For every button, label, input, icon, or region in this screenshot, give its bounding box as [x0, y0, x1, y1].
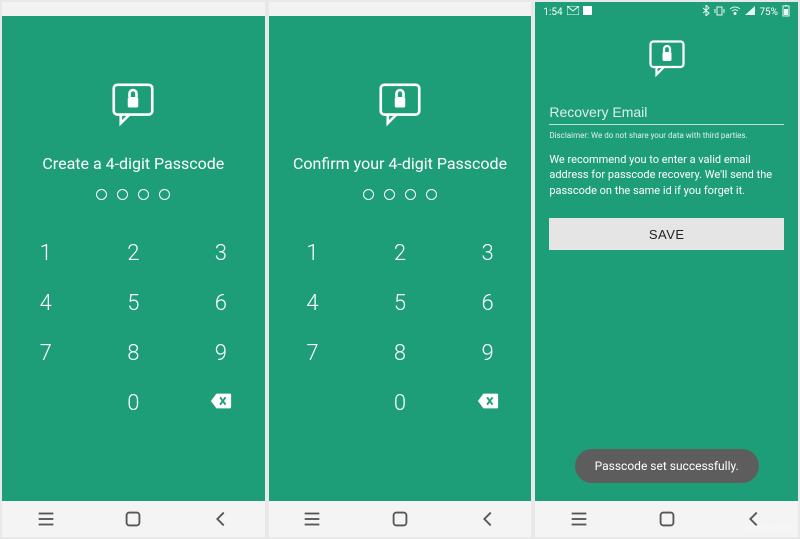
battery-text: 75% — [759, 7, 778, 18]
nav-home[interactable] — [122, 508, 144, 530]
key-7[interactable]: 7 — [2, 341, 90, 366]
key-backspace[interactable] — [444, 391, 532, 416]
key-4[interactable]: 4 — [269, 291, 357, 316]
nav-home[interactable] — [389, 508, 411, 530]
key-1[interactable]: 1 — [2, 241, 90, 266]
key-8[interactable]: 8 — [90, 341, 178, 366]
status-bar — [269, 2, 532, 16]
key-7[interactable]: 7 — [269, 341, 357, 366]
dot — [159, 189, 170, 200]
key-2[interactable]: 2 — [356, 241, 444, 266]
dot — [405, 189, 416, 200]
key-5[interactable]: 5 — [90, 291, 178, 316]
battery-icon — [782, 5, 790, 20]
wifi-icon — [729, 6, 741, 18]
nav-back[interactable] — [210, 508, 232, 530]
watermark: wsxdn.com — [746, 523, 792, 533]
status-bar: 1:54 75% — [535, 2, 798, 22]
app-icon — [583, 6, 592, 18]
key-backspace[interactable] — [177, 391, 265, 416]
disclaimer-text: Disclaimer: We do not share your data wi… — [549, 131, 784, 140]
key-0[interactable]: 0 — [356, 391, 444, 416]
dot — [138, 189, 149, 200]
backspace-icon — [210, 391, 232, 416]
backspace-icon — [477, 391, 499, 416]
passcode-title: Confirm your 4-digit Passcode — [293, 154, 507, 173]
vibrate-icon — [714, 6, 725, 19]
passcode-title: Create a 4-digit Passcode — [42, 154, 224, 173]
dot — [96, 189, 107, 200]
nav-recents[interactable] — [35, 508, 57, 530]
recovery-email-input[interactable] — [549, 100, 784, 125]
passcode-dots — [363, 189, 437, 200]
status-time: 1:54 — [543, 7, 562, 18]
key-3[interactable]: 3 — [444, 241, 532, 266]
nav-recents[interactable] — [301, 508, 323, 530]
nav-bar — [2, 501, 265, 537]
screen-confirm-passcode: Confirm your 4-digit Passcode 1 2 3 4 5 … — [269, 2, 532, 537]
bluetooth-icon — [702, 5, 710, 19]
key-3[interactable]: 3 — [177, 241, 265, 266]
key-5[interactable]: 5 — [356, 291, 444, 316]
nav-bar — [269, 501, 532, 537]
key-6[interactable]: 6 — [444, 291, 532, 316]
passcode-dots — [96, 189, 170, 200]
dot — [363, 189, 374, 200]
key-2[interactable]: 2 — [90, 241, 178, 266]
nav-back[interactable] — [477, 508, 499, 530]
key-0[interactable]: 0 — [90, 391, 178, 416]
nav-home[interactable] — [656, 508, 678, 530]
dot — [384, 189, 395, 200]
mail-icon — [567, 6, 579, 18]
nav-recents[interactable] — [568, 508, 590, 530]
screen-create-passcode: Create a 4-digit Passcode 1 2 3 4 5 6 7 … — [2, 2, 265, 537]
key-1[interactable]: 1 — [269, 241, 357, 266]
screen-recovery-email: 1:54 75% Disclaimer: We do not share you… — [535, 2, 798, 537]
key-8[interactable]: 8 — [356, 341, 444, 366]
lock-chat-icon — [643, 34, 691, 82]
dot — [117, 189, 128, 200]
key-9[interactable]: 9 — [177, 341, 265, 366]
key-6[interactable]: 6 — [177, 291, 265, 316]
keypad: 1 2 3 4 5 6 7 8 9 0 — [269, 228, 532, 428]
lock-chat-icon — [105, 76, 161, 132]
dot — [426, 189, 437, 200]
signal-icon — [745, 6, 755, 18]
keypad: 1 2 3 4 5 6 7 8 9 0 — [2, 228, 265, 428]
key-4[interactable]: 4 — [2, 291, 90, 316]
toast: Passcode set successfully. — [575, 449, 759, 483]
key-9[interactable]: 9 — [444, 341, 532, 366]
help-text: We recommend you to enter a valid email … — [549, 152, 784, 198]
lock-chat-icon — [372, 76, 428, 132]
save-button[interactable]: SAVE — [549, 218, 784, 250]
status-bar — [2, 2, 265, 16]
